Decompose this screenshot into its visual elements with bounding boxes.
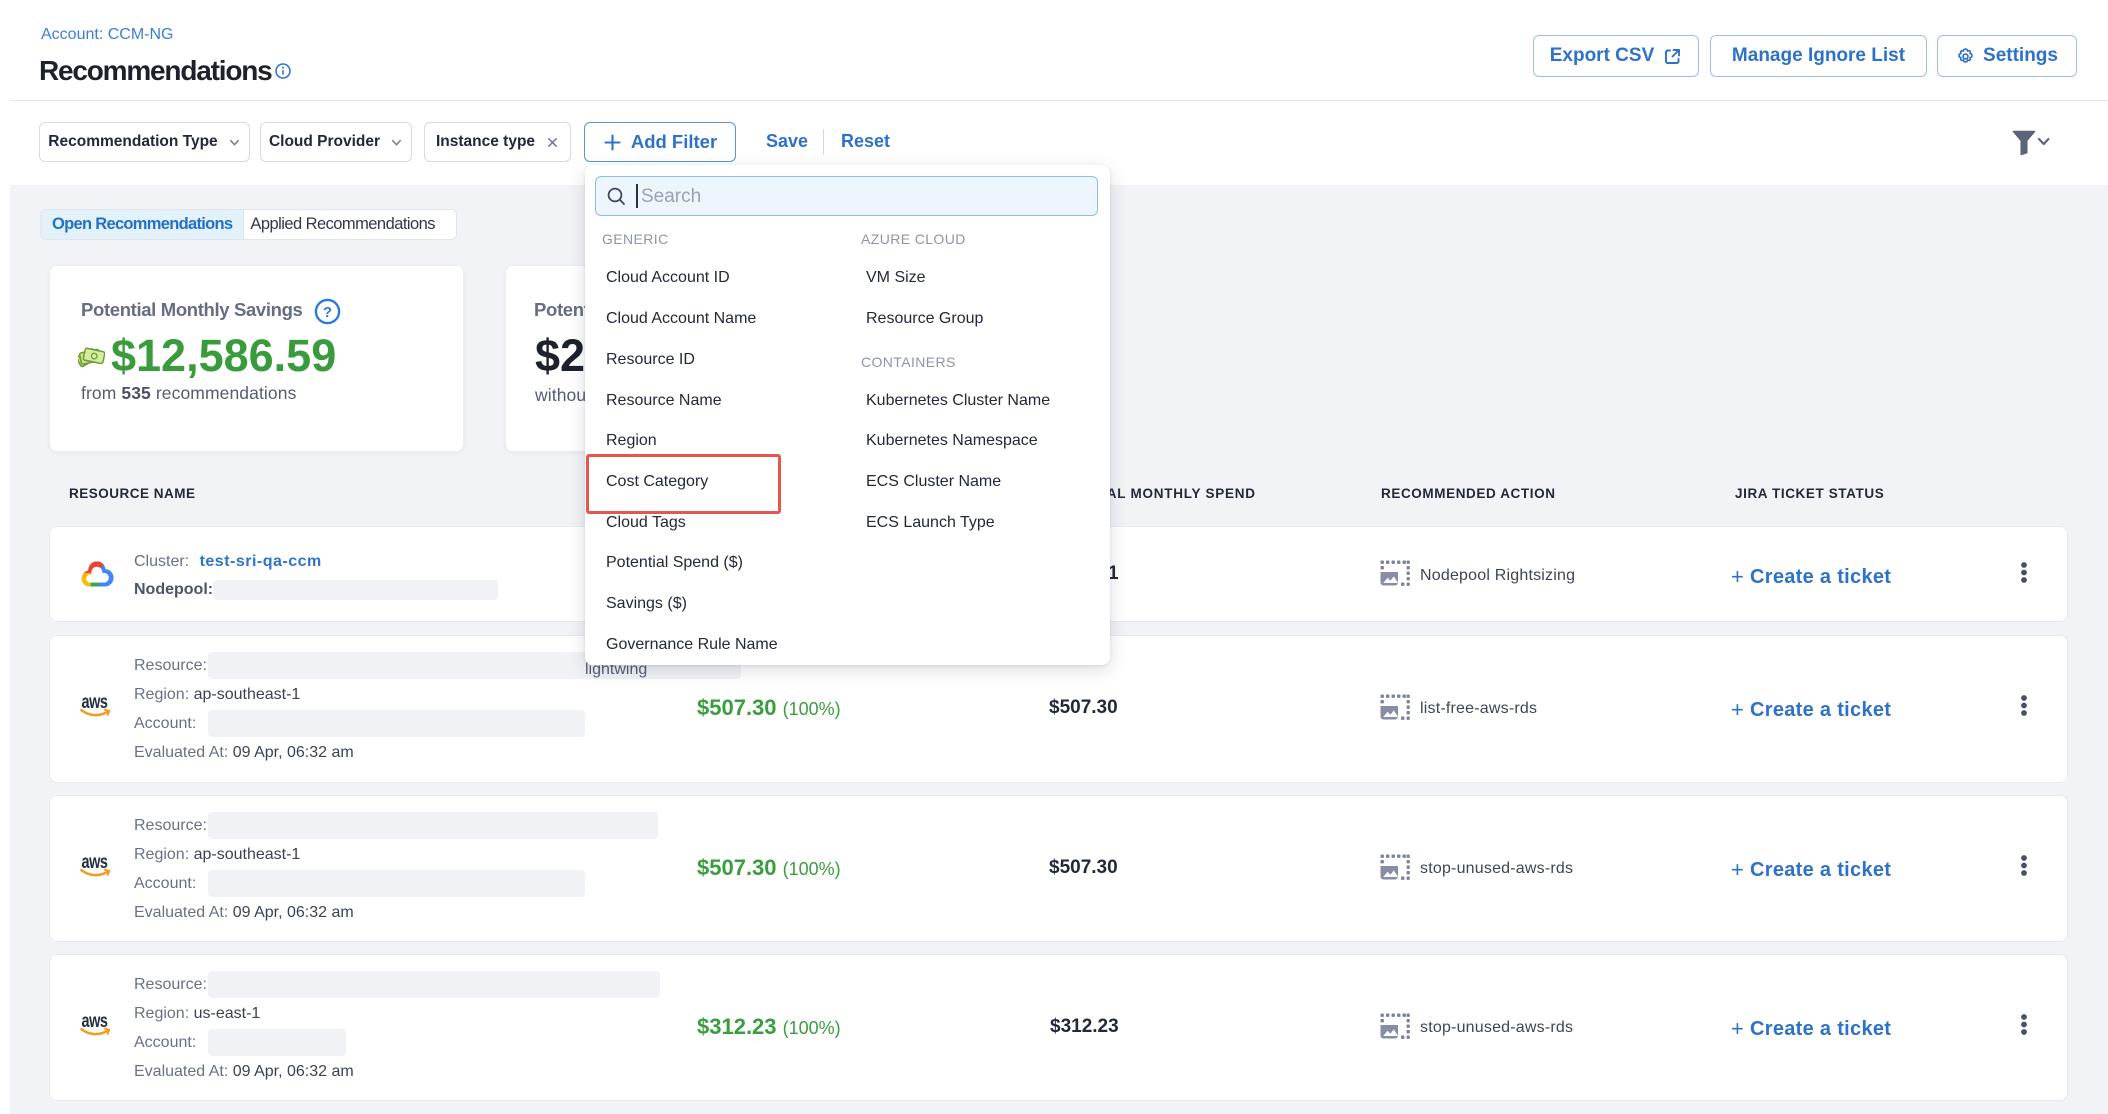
- svg-text:?: ?: [323, 304, 332, 321]
